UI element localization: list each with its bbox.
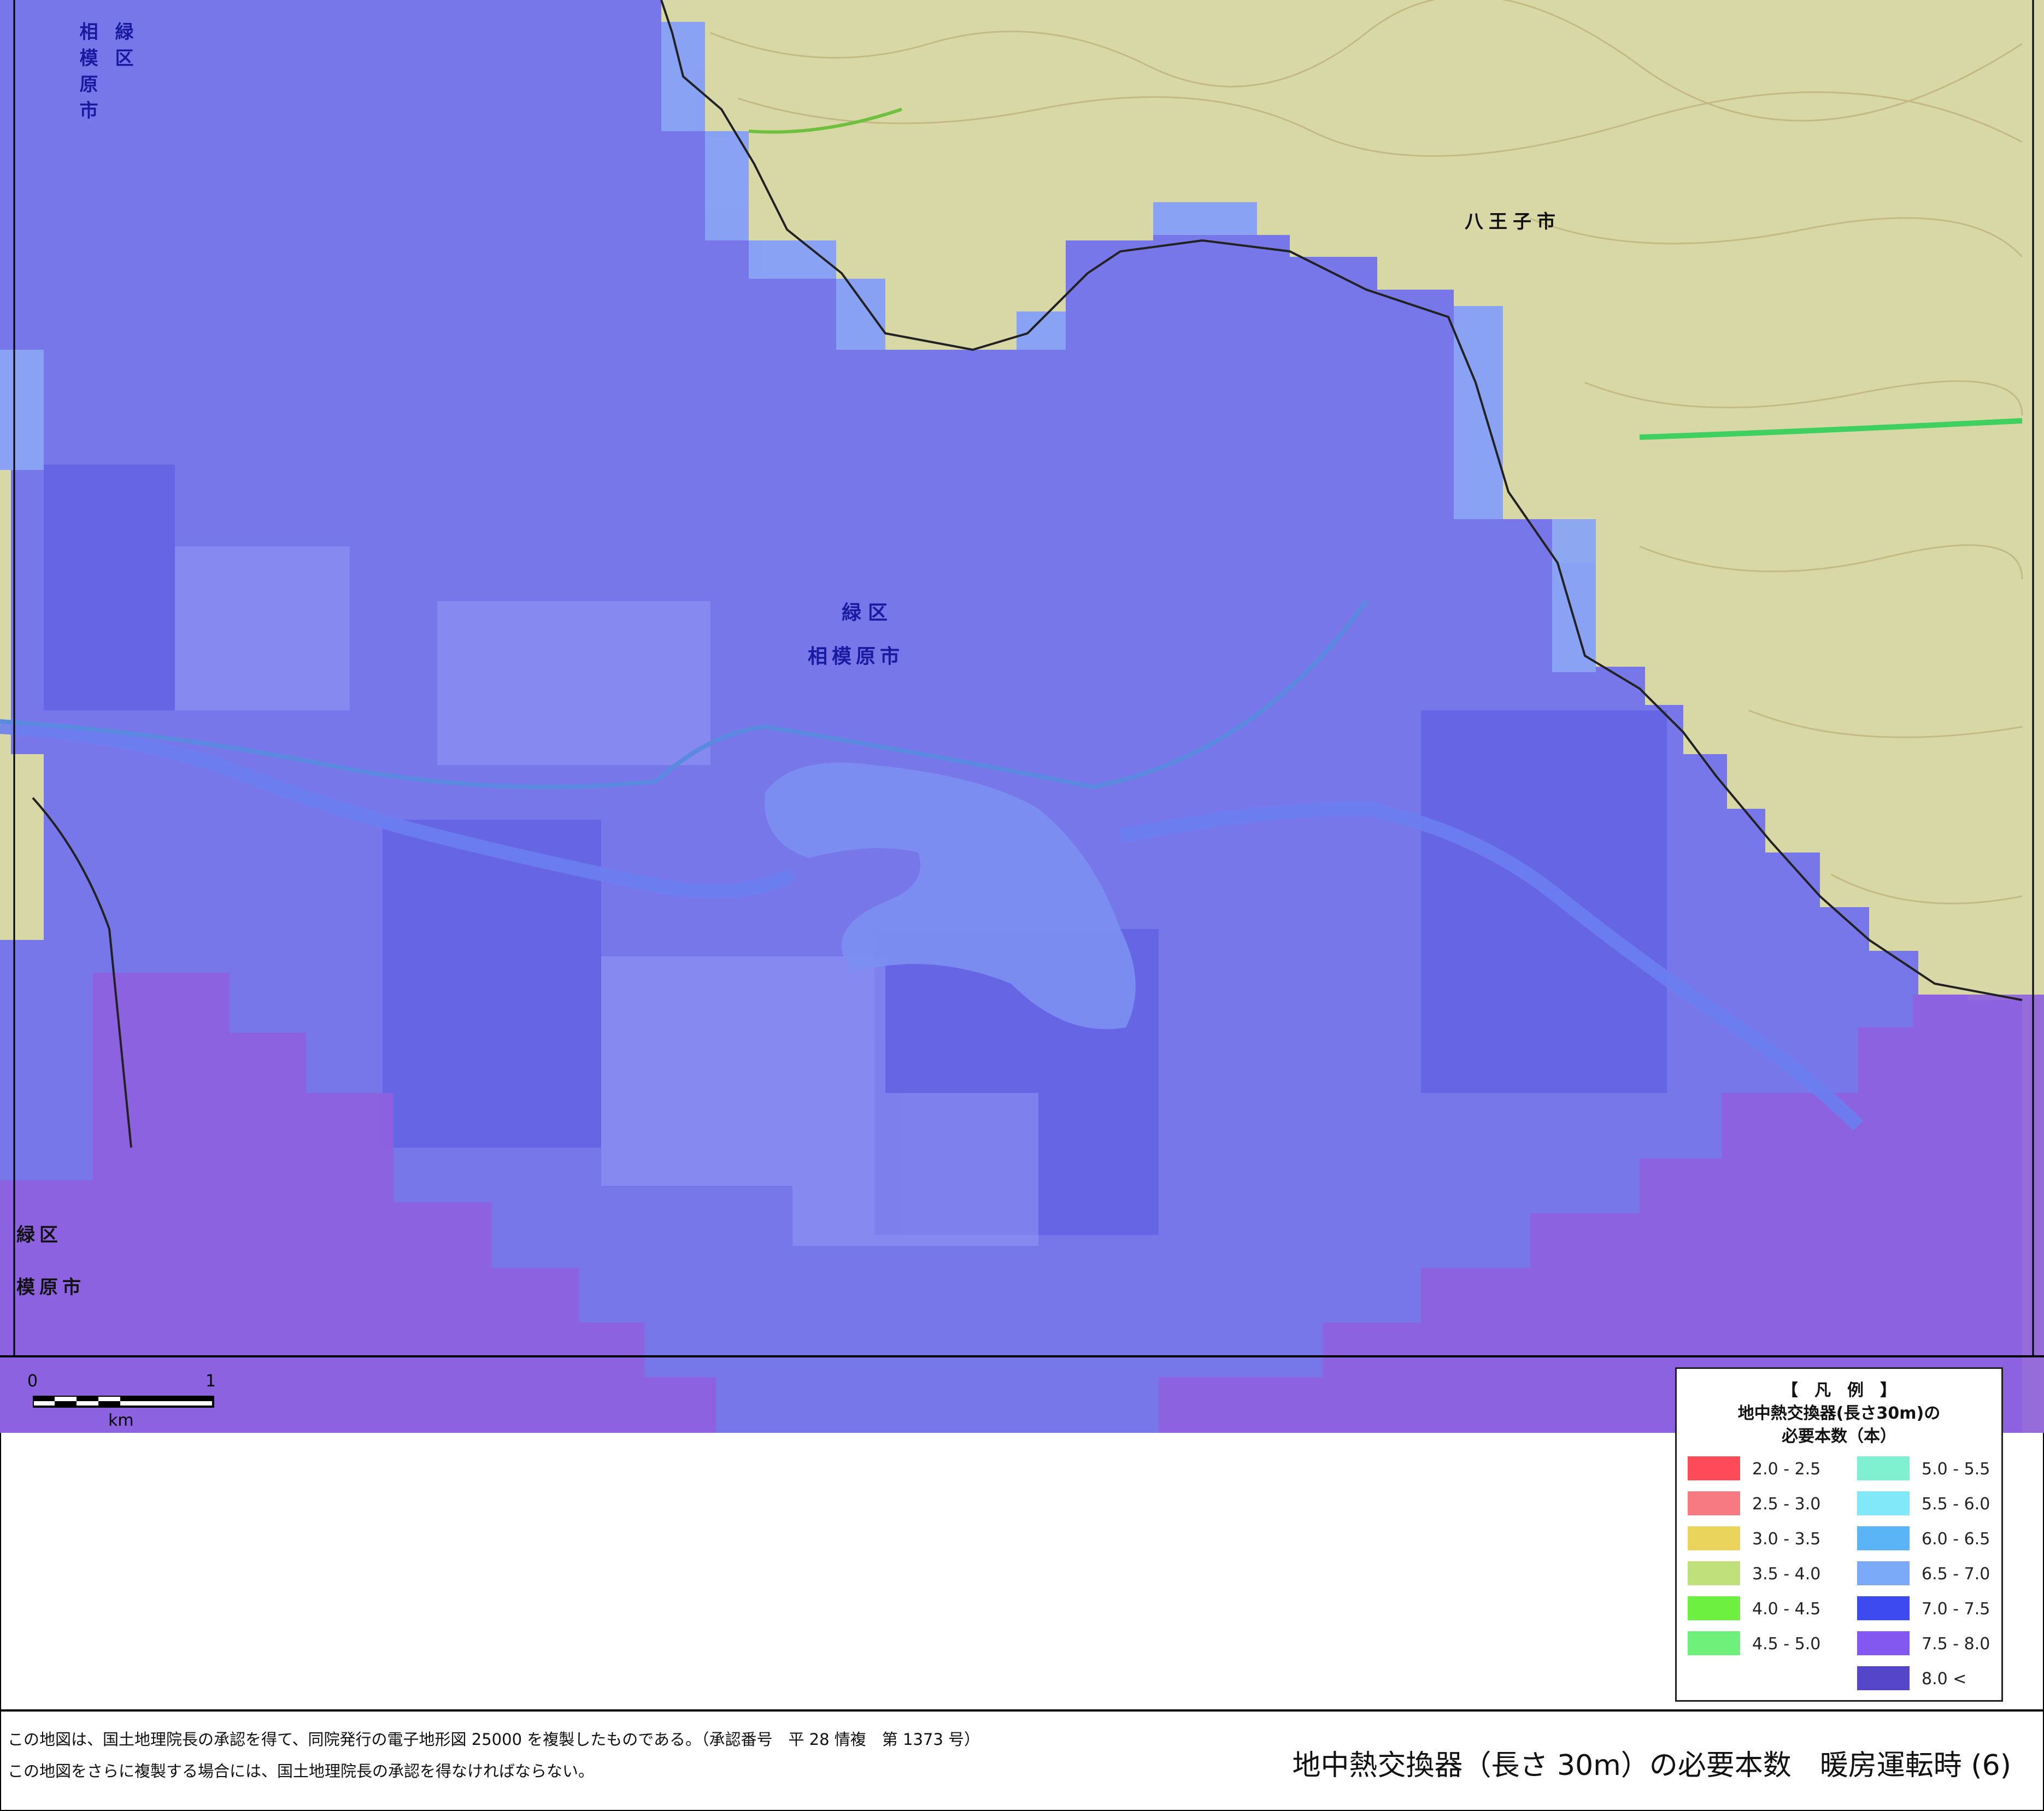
label-sagamihara-center: 相模原市 <box>808 645 904 668</box>
legend-label: 6.0 - 6.5 <box>1922 1530 1990 1549</box>
legend-item: 8.0 < <box>1857 1666 1994 1690</box>
legend-label: 2.5 - 3.0 <box>1752 1495 1821 1514</box>
label-midori-ku-center: 緑区 <box>842 602 895 624</box>
legend-label: 5.0 - 5.5 <box>1922 1460 1990 1479</box>
legend-label: 8.0 < <box>1922 1669 1967 1689</box>
legend-label: 7.5 - 8.0 <box>1922 1634 1990 1654</box>
legend-label: 2.0 - 2.5 <box>1752 1460 1821 1479</box>
legend-swatch <box>1688 1526 1740 1550</box>
legend-swatch <box>1688 1456 1740 1480</box>
legend-label: 7.0 - 7.5 <box>1922 1600 1990 1619</box>
map-area[interactable]: 緑区 相模原市 緑区 相模原市 八王子市 緑区 模原市 0 1 km <box>0 0 2044 1433</box>
legend-title-line2: 必要本数（本） <box>1782 1427 1896 1446</box>
scale-unit-label: km <box>108 1411 134 1430</box>
legend-item: 7.5 - 8.0 <box>1857 1631 1994 1655</box>
legend-swatch <box>1857 1526 1910 1550</box>
legend-item: 3.5 - 4.0 <box>1688 1561 1824 1585</box>
scale-one-label: 1 <box>205 1372 216 1391</box>
legend-item: 5.5 - 6.0 <box>1857 1491 1994 1515</box>
legend-box: 【 凡 例 】 地中熱交換器(長さ30m)の 必要本数（本） 2.0 - 2.5… <box>1675 1367 2003 1702</box>
legend-label: 4.0 - 4.5 <box>1752 1600 1821 1619</box>
legend-swatch <box>1857 1666 1910 1690</box>
legend-swatch <box>1857 1561 1910 1585</box>
legend-header: 【 凡 例 】 <box>1782 1381 1896 1400</box>
legend-label: 3.0 - 3.5 <box>1752 1530 1821 1549</box>
legend-swatch <box>1688 1491 1740 1515</box>
label-sagamihara-top: 相模原市 <box>76 22 98 127</box>
legend-swatch <box>1688 1596 1740 1620</box>
legend-item: 5.0 - 5.5 <box>1857 1456 1994 1480</box>
legend-swatch <box>1857 1596 1910 1620</box>
legend-item: 6.0 - 6.5 <box>1857 1526 1994 1550</box>
legend-swatch <box>1688 1561 1740 1585</box>
label-hachioji: 八王子市 <box>1465 211 1561 233</box>
legend-item: 6.5 - 7.0 <box>1857 1561 1994 1585</box>
legend-swatch <box>1688 1631 1740 1655</box>
copyright-note-line2: この地図をさらに複製する場合には、国土地理院長の承認を得なければならない。 <box>8 1762 595 1780</box>
legend-item: 4.5 - 5.0 <box>1688 1631 1824 1655</box>
legend-item: 2.5 - 3.0 <box>1688 1491 1824 1515</box>
legend-label: 6.5 - 7.0 <box>1922 1565 1990 1584</box>
label-midori-ku-bottom: 緑区 <box>16 1224 62 1246</box>
legend-label: 3.5 - 4.0 <box>1752 1565 1821 1584</box>
legend-swatch <box>1857 1491 1910 1515</box>
label-sagamihara-bottom: 模原市 <box>16 1277 85 1298</box>
legend-item: 3.0 - 3.5 <box>1688 1526 1824 1550</box>
scale-zero-label: 0 <box>27 1372 38 1391</box>
map-caption: 地中熱交換器（長さ 30m）の必要本数 暖房運転時 (6) <box>1292 1749 2011 1782</box>
legend-label: 5.5 - 6.0 <box>1922 1495 1990 1514</box>
footer-separator <box>0 1709 2044 1712</box>
legend-label: 4.5 - 5.0 <box>1752 1634 1821 1654</box>
legend-item: 2.0 - 2.5 <box>1688 1456 1824 1480</box>
legend-swatch <box>1857 1456 1910 1480</box>
legend-title-line1: 地中熱交換器(長さ30m)の <box>1737 1404 1941 1423</box>
map-canvas <box>0 0 2044 1433</box>
scale-bar: 0 1 km <box>22 1372 219 1432</box>
label-midori-ku-top: 緑区 <box>111 22 133 74</box>
copyright-note-line1: この地図は、国土地理院長の承認を得て、同院発行の電子地形図 25000 を複製し… <box>8 1730 980 1749</box>
legend-swatch <box>1857 1631 1910 1655</box>
legend-item: 4.0 - 4.5 <box>1688 1596 1824 1620</box>
legend-item: 7.0 - 7.5 <box>1857 1596 1994 1620</box>
